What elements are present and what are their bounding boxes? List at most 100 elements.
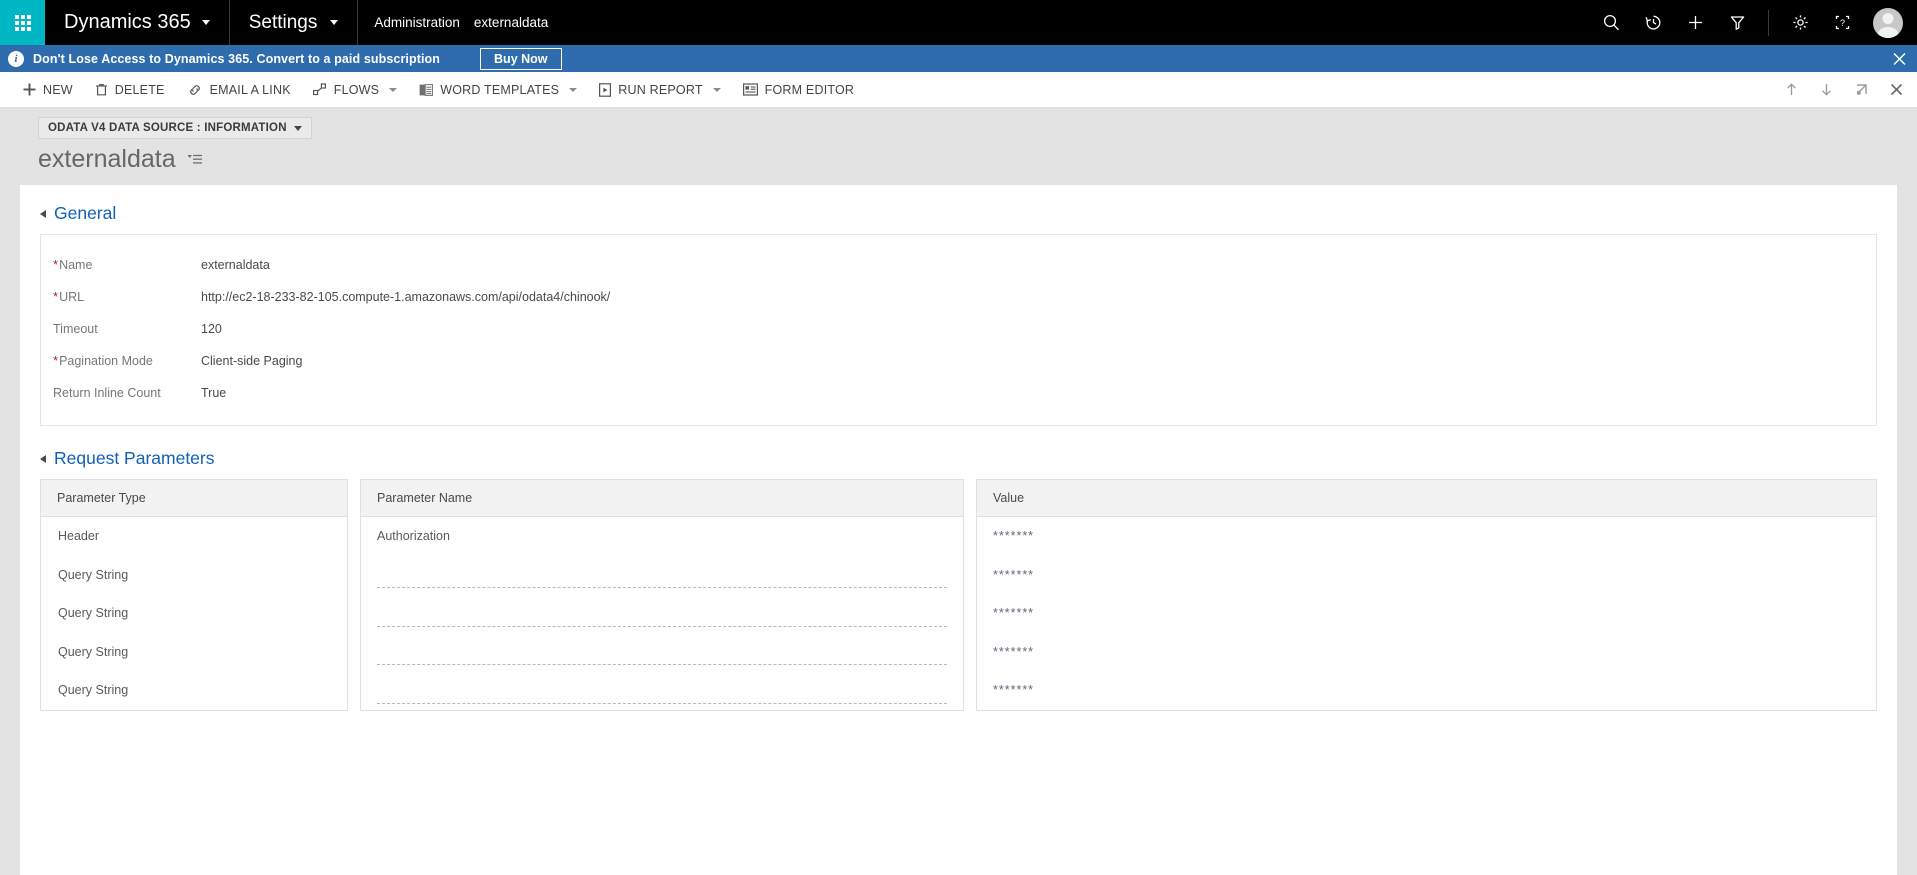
brand-label: Dynamics 365 [64, 11, 191, 33]
table-row[interactable] [361, 671, 963, 710]
form-selector[interactable]: ODATA V4 DATA SOURCE : INFORMATION [38, 117, 312, 139]
chevron-down-icon [201, 20, 210, 25]
field-value-name[interactable]: externaldata [181, 258, 270, 272]
field-value-return-inline-count[interactable]: True [181, 386, 226, 400]
field-row-return-inline-count: Return Inline Count True [41, 377, 1876, 409]
table-row[interactable] [361, 633, 963, 672]
chevron-down-icon[interactable] [389, 87, 398, 92]
table-row[interactable]: Query String [41, 671, 347, 710]
close-icon[interactable] [1883, 72, 1909, 108]
app-label: Settings [248, 11, 318, 33]
table-row[interactable]: ******* [977, 633, 1876, 672]
column-header-parameter-name: Parameter Name [361, 480, 963, 517]
link-icon [189, 84, 200, 95]
flows-label: FLOWS [333, 82, 380, 97]
flows-button[interactable]: FLOWS [302, 72, 408, 108]
column-parameter-type: Parameter Type Header Query String Query… [40, 479, 348, 711]
email-a-link-label: EMAIL A LINK [209, 82, 291, 97]
table-row[interactable]: ******* [977, 517, 1876, 556]
form-editor-button[interactable]: FORM EDITOR [732, 72, 865, 108]
arrow-up-icon[interactable] [1778, 72, 1804, 108]
field-value-url[interactable]: http://ec2-18-233-82-105.compute-1.amazo… [181, 290, 610, 304]
report-icon [599, 82, 612, 97]
record-menu-icon[interactable] [187, 153, 203, 166]
app-settings-selector[interactable]: Settings [230, 0, 359, 45]
brand-dynamics365[interactable]: Dynamics 365 [45, 0, 230, 45]
avatar[interactable] [1873, 7, 1903, 38]
app-launcher-button[interactable] [0, 0, 45, 45]
chevron-down-icon[interactable] [569, 87, 578, 92]
collapse-caret-icon[interactable] [40, 454, 46, 463]
label-text: Return Inline Count [53, 386, 161, 400]
run-report-button[interactable]: RUN REPORT [588, 72, 731, 108]
gear-icon[interactable] [1779, 0, 1821, 45]
request-parameters-title: Request Parameters [54, 448, 215, 468]
request-parameters-grid: Parameter Type Header Query String Query… [40, 479, 1877, 711]
chevron-down-icon [293, 125, 302, 131]
general-section-title: General [54, 203, 117, 223]
form-content-panel: General * Name externaldata * URL http:/… [20, 185, 1897, 875]
label-text: URL [59, 290, 85, 304]
table-row[interactable] [361, 556, 963, 595]
delete-label: DELETE [114, 82, 165, 97]
table-row[interactable]: ******* [977, 594, 1876, 633]
run-report-label: RUN REPORT [618, 82, 703, 97]
popout-icon[interactable] [1848, 72, 1874, 108]
empty-field-underline [377, 702, 947, 704]
trash-icon [95, 83, 107, 95]
column-parameter-name: Parameter Name Authorization [360, 479, 964, 711]
table-row[interactable]: ******* [977, 556, 1876, 595]
field-row-url: * URL http://ec2-18-233-82-105.compute-1… [41, 281, 1876, 313]
table-row[interactable]: ******* [977, 671, 1876, 710]
table-row[interactable]: Header [41, 517, 347, 556]
table-row[interactable]: Query String [41, 594, 347, 633]
field-label-timeout: Timeout [41, 322, 181, 336]
breadcrumb-item-administration[interactable]: Administration [374, 15, 460, 30]
help-icon[interactable]: ? [1821, 0, 1863, 45]
table-row[interactable]: Query String [41, 633, 347, 672]
field-row-pagination-mode: * Pagination Mode Client-side Paging [41, 345, 1876, 377]
table-row[interactable]: Query String [41, 556, 347, 595]
breadcrumb: Administration externaldata [358, 0, 564, 45]
email-a-link-button[interactable]: EMAIL A LINK [176, 72, 302, 108]
plus-icon[interactable] [1674, 0, 1716, 45]
buy-now-button[interactable]: Buy Now [480, 47, 562, 70]
field-row-name: * Name externaldata [41, 249, 1876, 281]
field-value-pagination-mode[interactable]: Client-side Paging [181, 354, 302, 368]
collapse-caret-icon[interactable] [40, 209, 46, 218]
word-templates-label: WORD TEMPLATES [440, 82, 560, 97]
column-header-value: Value [977, 480, 1876, 517]
new-button[interactable]: NEW [12, 72, 84, 108]
required-indicator: * [53, 353, 59, 368]
form-header: ODATA V4 DATA SOURCE : INFORMATION exter… [0, 108, 1917, 185]
breadcrumb-item-externaldata[interactable]: externaldata [474, 15, 548, 30]
notification-text: Don't Lose Access to Dynamics 365. Conve… [33, 51, 441, 66]
arrow-down-icon[interactable] [1813, 72, 1839, 108]
search-icon[interactable] [1590, 0, 1632, 45]
column-value: Value ******* ******* ******* ******* **… [976, 479, 1877, 711]
table-row[interactable] [361, 594, 963, 633]
info-icon: i [8, 50, 24, 67]
form-selector-label: ODATA V4 DATA SOURCE : INFORMATION [48, 122, 287, 134]
field-label-url: * URL [41, 290, 181, 304]
required-indicator: * [53, 289, 59, 304]
new-label: NEW [43, 82, 73, 97]
field-value-timeout[interactable]: 120 [181, 322, 222, 336]
delete-button[interactable]: DELETE [84, 72, 176, 108]
table-row[interactable]: Authorization [361, 517, 963, 556]
word-doc-icon [419, 83, 434, 96]
field-label-name: * Name [41, 258, 181, 272]
form-body: General * Name externaldata * URL http:/… [0, 185, 1917, 875]
filter-icon[interactable] [1716, 0, 1758, 45]
word-templates-button[interactable]: WORD TEMPLATES [408, 72, 588, 108]
flows-icon [312, 83, 326, 96]
history-icon[interactable] [1632, 0, 1674, 45]
label-text: Name [59, 258, 93, 272]
close-icon[interactable] [1893, 52, 1906, 65]
field-row-timeout: Timeout 120 [41, 313, 1876, 345]
waffle-icon [14, 14, 31, 31]
column-header-parameter-type: Parameter Type [41, 480, 347, 517]
chevron-down-icon[interactable] [712, 87, 721, 92]
label-text: Timeout [53, 322, 98, 336]
svg-text:?: ? [1839, 18, 1844, 28]
